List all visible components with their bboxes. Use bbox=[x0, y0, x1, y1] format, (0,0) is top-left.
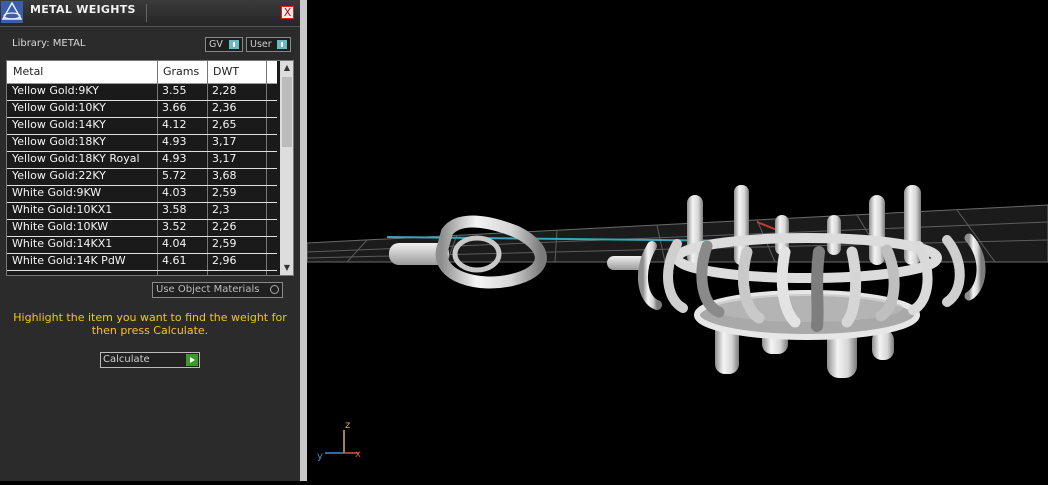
cell-metal: White Gold:14K PdW bbox=[12, 254, 126, 267]
axis-triad: z y x bbox=[317, 420, 361, 462]
table-row[interactable]: White Gold:9KW 4.03 2,59 bbox=[7, 185, 277, 203]
use-object-materials-option[interactable]: Use Object Materials bbox=[152, 282, 283, 298]
cell-dwt: 2,3 bbox=[212, 203, 230, 216]
cell-metal: White Gold:10KX1 bbox=[12, 203, 113, 216]
cell-grams: 4.61 bbox=[162, 254, 187, 267]
gv-toggle[interactable]: GV bbox=[205, 37, 243, 52]
table-row[interactable]: Yellow Gold:14KY 4.12 2,65 bbox=[7, 117, 277, 135]
cell-grams: 4.04 bbox=[162, 237, 187, 250]
table-header: Metal Grams DWT bbox=[7, 61, 277, 84]
user-toggle[interactable]: User bbox=[246, 37, 291, 52]
play-arrow-icon bbox=[186, 354, 198, 366]
table-row[interactable]: Yellow Gold:18KY 4.93 3,17 bbox=[7, 134, 277, 152]
cell-grams: 3.66 bbox=[162, 101, 187, 114]
column-header-metal[interactable]: Metal bbox=[13, 65, 43, 78]
metal-weights-panel: METAL WEIGHTS X Library: METAL GV User M… bbox=[0, 0, 300, 481]
axis-y-label: y bbox=[317, 451, 323, 462]
cell-dwt: 2,26 bbox=[212, 220, 237, 233]
3d-viewport[interactable]: z y x bbox=[306, 0, 1048, 481]
viewport-canvas: z y x bbox=[306, 185, 1048, 462]
gv-toggle-label: GV bbox=[209, 39, 223, 50]
cell-dwt: 2,28 bbox=[212, 84, 237, 97]
table-row[interactable]: Yellow Gold:9KY 3.55 2,28 bbox=[7, 83, 277, 101]
library-label: Library: METAL bbox=[12, 38, 86, 49]
column-header-dwt[interactable]: DWT bbox=[213, 65, 239, 78]
cell-dwt: 3,17 bbox=[212, 152, 237, 165]
scroll-up-icon[interactable]: ▲ bbox=[282, 62, 292, 74]
toggle-switch-icon bbox=[277, 40, 287, 49]
axis-z-label: z bbox=[345, 420, 350, 431]
column-header-grams[interactable]: Grams bbox=[163, 65, 199, 78]
table-row[interactable]: White Gold:10KX1 3.58 2,3 bbox=[7, 202, 277, 220]
table-row[interactable]: White Gold:14K PdW 4.61 2,96 bbox=[7, 253, 277, 271]
table-row[interactable]: Yellow Gold:18KY Royal 4.93 3,17 bbox=[7, 151, 277, 169]
table-row[interactable]: Yellow Gold:10KY 3.66 2,36 bbox=[7, 100, 277, 118]
cell-grams: 3.55 bbox=[162, 84, 187, 97]
cell-metal: White Gold:14KX1 bbox=[12, 237, 113, 250]
cell-dwt: 3,17 bbox=[212, 135, 237, 148]
calculate-button[interactable]: Calculate bbox=[100, 352, 200, 368]
cell-metal: Yellow Gold:18KY bbox=[12, 135, 106, 148]
cell-grams: 3.52 bbox=[162, 220, 187, 233]
cell-grams: 4.03 bbox=[162, 186, 187, 199]
table-row[interactable]: White Gold:10KW 3.52 2,26 bbox=[7, 219, 277, 237]
cell-metal: White Gold:10KW bbox=[12, 220, 109, 233]
close-button[interactable]: X bbox=[281, 6, 294, 19]
panel-titlebar: METAL WEIGHTS X bbox=[0, 0, 300, 27]
table-row[interactable]: Yellow Gold:22KY 5.72 3,68 bbox=[7, 168, 277, 186]
user-toggle-label: User bbox=[250, 39, 272, 50]
panel-title: METAL WEIGHTS bbox=[30, 3, 136, 16]
cell-metal: Yellow Gold:10KY bbox=[12, 101, 106, 114]
cell-metal: Yellow Gold:22KY bbox=[12, 169, 106, 182]
cell-dwt: 2,59 bbox=[212, 186, 237, 199]
cell-dwt: 2,96 bbox=[212, 254, 237, 267]
titlebar-separator bbox=[146, 4, 147, 22]
cell-dwt: 3,68 bbox=[212, 169, 237, 182]
cell-dwt: 2,36 bbox=[212, 101, 237, 114]
scroll-down-icon[interactable]: ▼ bbox=[282, 262, 292, 274]
cell-dwt: 2,65 bbox=[212, 118, 237, 131]
cell-grams: 4.93 bbox=[162, 152, 187, 165]
cell-metal: Yellow Gold:18KY Royal bbox=[12, 152, 140, 165]
cell-grams: 4.93 bbox=[162, 135, 187, 148]
cell-dwt: 2,59 bbox=[212, 237, 237, 250]
close-icon: X bbox=[283, 6, 292, 19]
cell-metal: Yellow Gold:9KY bbox=[12, 84, 99, 97]
panel-splitter[interactable] bbox=[300, 0, 307, 481]
app-logo-icon bbox=[1, 1, 23, 23]
cell-metal: Yellow Gold:14KY bbox=[12, 118, 106, 131]
cell-grams: 5.72 bbox=[162, 169, 187, 182]
cell-grams: 3.58 bbox=[162, 203, 187, 216]
axis-x-label: x bbox=[355, 449, 361, 460]
instruction-text: Highlight the item you want to find the … bbox=[13, 311, 287, 337]
table-scrollbar[interactable]: ▲ ▼ bbox=[280, 61, 293, 275]
calculate-label: Calculate bbox=[103, 354, 150, 365]
cell-grams: 4.12 bbox=[162, 118, 187, 131]
metal-table: Metal Grams DWT Yellow Gold:9KY 3.55 2,2… bbox=[6, 60, 294, 276]
scrollbar-thumb[interactable] bbox=[282, 77, 292, 147]
table-row-partial[interactable] bbox=[7, 270, 277, 275]
cell-metal: White Gold:9KW bbox=[12, 186, 102, 199]
use-object-materials-label: Use Object Materials bbox=[156, 284, 260, 295]
table-row[interactable]: White Gold:14KX1 4.04 2,59 bbox=[7, 236, 277, 254]
radio-icon[interactable] bbox=[270, 285, 279, 294]
toggle-switch-icon bbox=[229, 40, 239, 49]
